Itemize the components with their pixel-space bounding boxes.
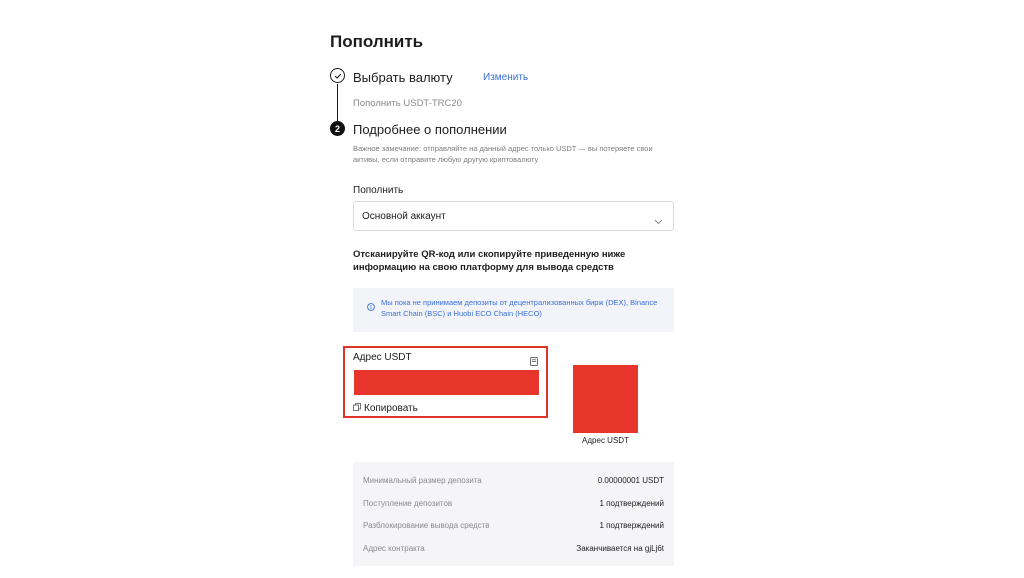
check-circle-icon	[330, 68, 345, 83]
deposit-details-table: Минимальный размер депозита 0.00000001 U…	[353, 462, 674, 566]
usdt-address-box: Адрес USDT Копировать	[343, 346, 548, 418]
copy-address-button[interactable]: Копировать	[353, 403, 418, 414]
detail-key: Минимальный размер депозита	[363, 475, 482, 485]
warning-text: Важное замечание: отправляйте на данный …	[353, 144, 653, 164]
info-icon	[367, 298, 375, 332]
info-notice-text: Мы пока не принимаем депозиты от децентр…	[381, 298, 658, 318]
qr-code-redacted	[573, 365, 638, 433]
scan-instruction-text: Отсканируйте QR-код или скопируйте приве…	[353, 249, 626, 273]
detail-row: Поступление депозитов 1 подтверждений	[363, 496, 664, 510]
detail-key: Разблокирование вывода средств	[363, 520, 490, 530]
account-select[interactable]: Основной аккаунт	[353, 201, 674, 231]
info-notice-box: Мы пока не принимаем депозиты от децентр…	[353, 288, 674, 332]
selected-currency-text: Пополнить USDT-TRC20	[353, 98, 462, 109]
step-timeline-line	[337, 84, 338, 122]
detail-value: 1 подтверждений	[599, 498, 665, 508]
change-currency-link[interactable]: Изменить	[483, 72, 528, 83]
page-title: Пополнить	[330, 32, 424, 51]
document-icon[interactable]	[530, 353, 538, 371]
detail-value: 0.00000001 USDT	[597, 475, 664, 485]
detail-row: Минимальный размер депозита 0.00000001 U…	[363, 473, 664, 487]
copy-icon	[353, 403, 364, 414]
step2-number-badge: 2	[330, 121, 345, 136]
detail-row: Адрес контракта Заканчивается на gjLj6t	[363, 541, 664, 555]
deposit-account-label: Пополнить	[353, 185, 404, 196]
qr-caption: Адрес USDT	[582, 436, 629, 445]
step2-title: Подробнее о пополнении	[353, 122, 507, 137]
usdt-address-value-redacted	[354, 370, 539, 395]
detail-key: Поступление депозитов	[363, 498, 453, 508]
usdt-address-label: Адрес USDT	[353, 352, 412, 363]
step1-title: Выбрать валюту	[353, 70, 453, 85]
account-select-value: Основной аккаунт	[362, 210, 446, 222]
chevron-down-icon	[654, 212, 663, 230]
detail-key: Адрес контракта	[363, 543, 425, 553]
copy-button-label: Копировать	[364, 403, 418, 414]
detail-value: Заканчивается на gjLj6t	[576, 543, 664, 553]
detail-row: Разблокирование вывода средств 1 подтвер…	[363, 518, 664, 532]
detail-value: 1 подтверждений	[599, 520, 665, 530]
